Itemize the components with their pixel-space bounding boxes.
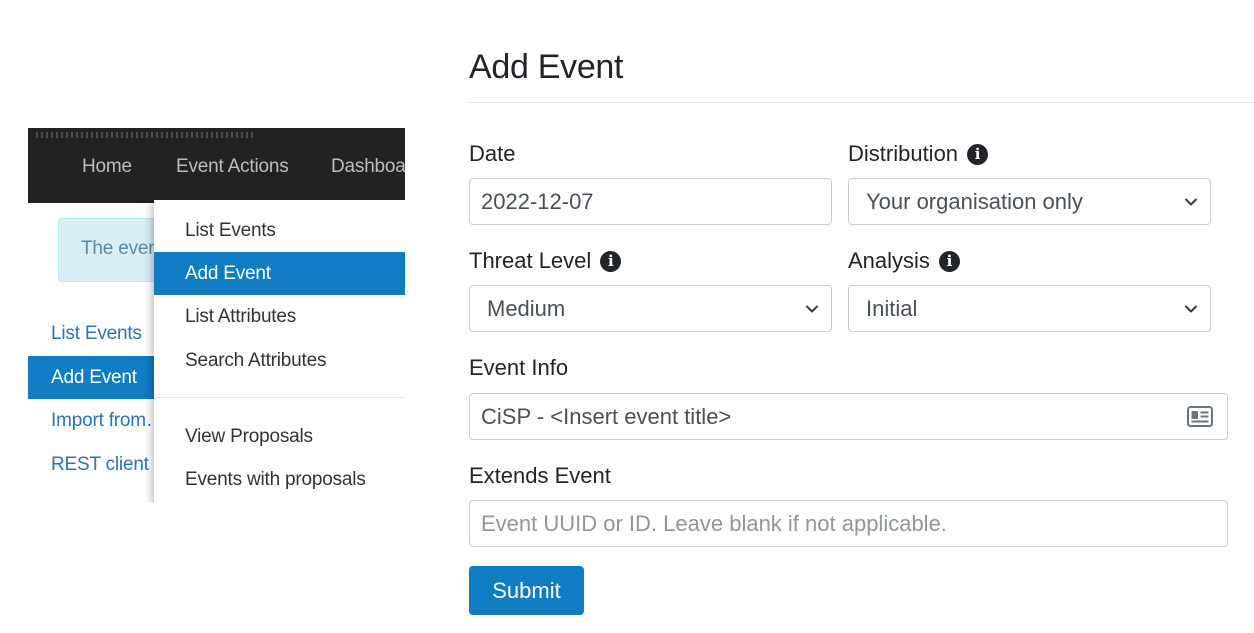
extends-event-label: Extends Event bbox=[469, 463, 611, 489]
threat-level-label-text: Threat Level bbox=[469, 248, 592, 273]
nav-home[interactable]: Home bbox=[82, 156, 132, 178]
info-icon[interactable]: i bbox=[600, 250, 622, 272]
extends-event-label-text: Extends Event bbox=[469, 463, 611, 488]
sidebar-item-add-event[interactable]: Add Event bbox=[28, 356, 168, 399]
top-navbar: Home Event Actions Dashboa bbox=[28, 128, 405, 203]
sidebar-item-rest-client[interactable]: REST client bbox=[28, 443, 168, 486]
date-field[interactable]: 2022-12-07 bbox=[469, 178, 832, 225]
info-icon[interactable]: i bbox=[967, 143, 989, 165]
distribution-select[interactable]: Your organisation only bbox=[848, 178, 1211, 225]
dropdown-divider bbox=[154, 397, 405, 398]
navbar-decoration bbox=[36, 132, 256, 138]
event-actions-dropdown: List Events Add Event List Attributes Se… bbox=[154, 200, 405, 502]
info-icon[interactable]: i bbox=[938, 250, 960, 272]
distribution-label-text: Distribution bbox=[848, 141, 959, 166]
date-value: 2022-12-07 bbox=[481, 189, 594, 214]
date-label-text: Date bbox=[469, 141, 516, 166]
dropdown-item-list-attributes[interactable]: List Attributes bbox=[154, 295, 405, 338]
sidebar-item-list-events[interactable]: List Events bbox=[28, 312, 168, 355]
chevron-down-icon bbox=[1185, 198, 1197, 206]
chevron-down-icon bbox=[806, 305, 818, 313]
event-info-field[interactable]: CiSP - <Insert event title> bbox=[469, 393, 1228, 440]
analysis-label: Analysis i bbox=[848, 248, 960, 274]
nav-event-actions[interactable]: Event Actions bbox=[176, 156, 289, 178]
alert-text: The even bbox=[81, 238, 159, 259]
event-info-value: CiSP - <Insert event title> bbox=[481, 404, 732, 429]
page-title: Add Event bbox=[469, 48, 624, 86]
analysis-value: Initial bbox=[866, 296, 918, 321]
sidebar-item-import[interactable]: Import from… bbox=[28, 399, 168, 442]
analysis-select[interactable]: Initial bbox=[848, 285, 1211, 332]
chevron-down-icon bbox=[1185, 305, 1197, 313]
dropdown-item-view-proposals[interactable]: View Proposals bbox=[154, 415, 405, 458]
event-info-label-text: Event Info bbox=[469, 355, 569, 380]
submit-button[interactable]: Submit bbox=[469, 566, 584, 615]
dropdown-item-add-event[interactable]: Add Event bbox=[154, 252, 405, 295]
nav-dashboard[interactable]: Dashboa bbox=[331, 156, 405, 178]
distribution-label: Distribution i bbox=[848, 141, 989, 167]
threat-level-select[interactable]: Medium bbox=[469, 285, 832, 332]
contact-card-icon[interactable] bbox=[1187, 406, 1213, 427]
extends-event-field[interactable]: Event UUID or ID. Leave blank if not app… bbox=[469, 500, 1228, 547]
dropdown-item-search-attributes[interactable]: Search Attributes bbox=[154, 339, 405, 382]
date-label: Date bbox=[469, 141, 515, 167]
dropdown-item-events-with-proposals[interactable]: Events with proposals bbox=[154, 458, 405, 501]
distribution-value: Your organisation only bbox=[866, 189, 1083, 214]
dropdown-item-list-events[interactable]: List Events bbox=[154, 209, 405, 252]
analysis-label-text: Analysis bbox=[848, 248, 930, 273]
misp-menu-screenshot: Home Event Actions Dashboa The even List… bbox=[28, 128, 405, 502]
extends-event-placeholder: Event UUID or ID. Leave blank if not app… bbox=[481, 511, 947, 536]
threat-level-value: Medium bbox=[487, 296, 566, 321]
title-divider bbox=[469, 102, 1254, 103]
threat-level-label: Threat Level i bbox=[469, 248, 622, 274]
event-info-label: Event Info bbox=[469, 355, 568, 381]
